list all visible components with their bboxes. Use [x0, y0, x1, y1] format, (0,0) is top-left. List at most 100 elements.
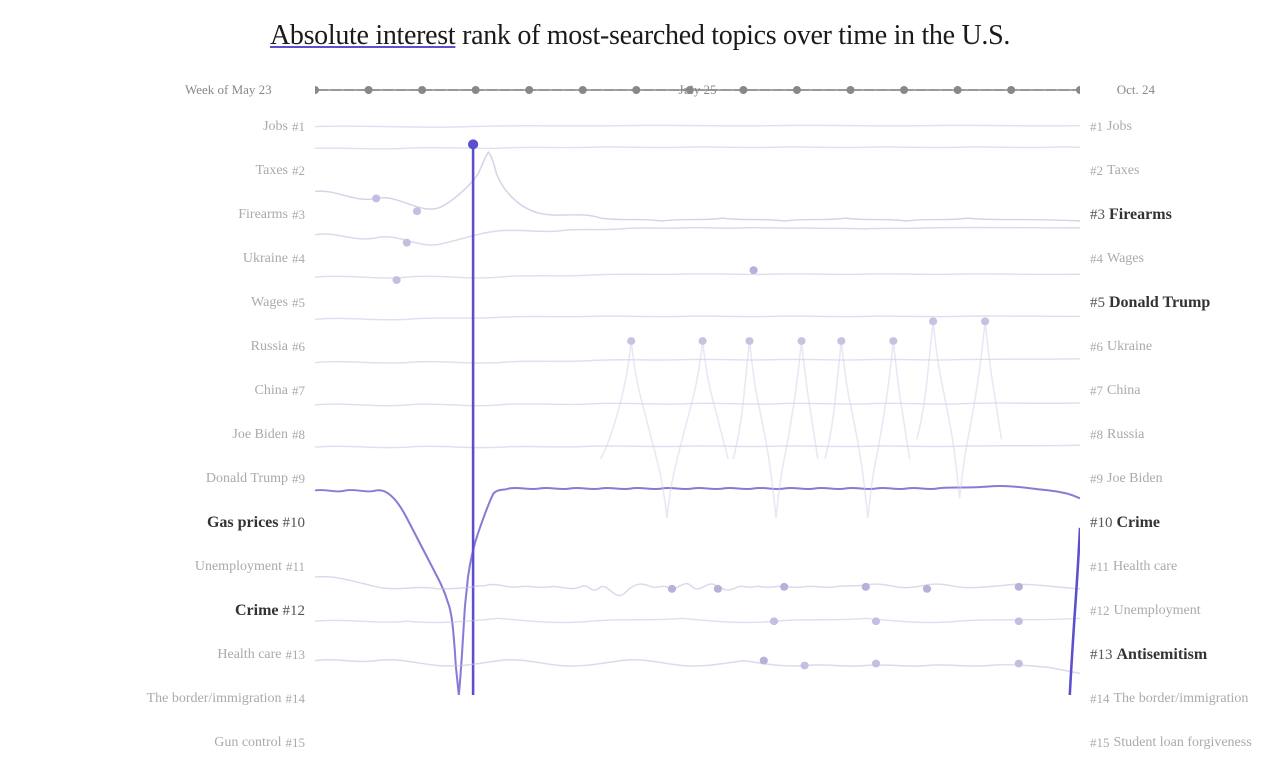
rank-label: #5 — [1090, 295, 1105, 312]
left-label-row: Gas prices#10 — [0, 501, 315, 545]
topic-name: Jobs — [263, 119, 288, 135]
timeline-start: Week of May 23 — [185, 82, 272, 98]
topic-name: Donald Trump — [1109, 294, 1210, 312]
rank-label: #8 — [292, 427, 305, 443]
left-label: Russia#6 — [0, 339, 315, 355]
main-container: Absolute interest rank of most-searched … — [0, 0, 1280, 719]
topic-name: Taxes — [256, 163, 288, 179]
topic-name: China — [255, 383, 288, 399]
rank-label: #6 — [1090, 339, 1103, 355]
right-label: #1Jobs — [1080, 119, 1280, 135]
topic-name: Russia — [251, 339, 288, 355]
topic-name: Jobs — [1107, 119, 1132, 135]
left-label-row: China#7 — [0, 369, 315, 413]
topic-name: The border/immigration — [1114, 691, 1249, 707]
right-label: #3Firearms — [1080, 206, 1280, 224]
topic-name: Russia — [1107, 427, 1144, 443]
right-label: #4Wages — [1080, 251, 1280, 267]
right-label: #6Ukraine — [1080, 339, 1280, 355]
left-label: Wages#5 — [0, 295, 315, 311]
topic-name: Gun control — [214, 735, 281, 751]
left-label: Firearms#3 — [0, 207, 315, 223]
right-label: #11Health care — [1080, 559, 1280, 575]
left-label-row: Health care#13 — [0, 633, 315, 677]
rank-label: #9 — [1090, 471, 1103, 487]
rank-label: #11 — [1090, 559, 1109, 575]
rank-label: #6 — [292, 339, 305, 355]
title-underlined: Absolute interest — [270, 20, 455, 51]
title-rest: rank of most-searched topics over time i… — [455, 20, 1010, 51]
rank-label: #15 — [286, 735, 306, 751]
left-label: China#7 — [0, 383, 315, 399]
right-label-row: #7China — [1080, 369, 1280, 413]
left-label-row: Unemployment#11 — [0, 545, 315, 589]
topic-name: Taxes — [1107, 163, 1139, 179]
topic-name: Antisemitism — [1117, 646, 1208, 664]
topic-name: Joe Biden — [232, 427, 288, 443]
right-label: #15Student loan forgiveness — [1080, 735, 1280, 751]
rank-label: #12 — [283, 603, 306, 620]
right-label-row: #5Donald Trump — [1080, 281, 1280, 325]
right-label: #12Unemployment — [1080, 603, 1280, 619]
left-label: Health care#13 — [0, 647, 315, 663]
left-label-row: Wages#5 — [0, 281, 315, 325]
left-label: Gas prices#10 — [0, 514, 315, 532]
right-label: #10Crime — [1080, 514, 1280, 532]
topic-name: Gas prices — [207, 514, 279, 532]
right-label-row: #10Crime — [1080, 501, 1280, 545]
left-label: Joe Biden#8 — [0, 427, 315, 443]
left-label: Unemployment#11 — [0, 559, 315, 575]
right-label: #7China — [1080, 383, 1280, 399]
left-label: Gun control #15 — [0, 735, 315, 751]
right-label-row: #13Antisemitism — [1080, 633, 1280, 677]
rank-label: #7 — [292, 383, 305, 399]
chart-svg — [315, 105, 1080, 695]
topic-name: China — [1107, 383, 1140, 399]
topic-name: Donald Trump — [206, 471, 288, 487]
right-label-row: #8Russia — [1080, 413, 1280, 457]
left-label: Jobs#1 — [0, 119, 315, 135]
topic-name: Ukraine — [1107, 339, 1152, 355]
topic-name: The border/immigration — [147, 691, 282, 707]
topic-name: Wages — [251, 295, 288, 311]
right-label: #9Joe Biden — [1080, 471, 1280, 487]
left-label-row: Gun control #15 — [0, 721, 315, 765]
right-label: #8Russia — [1080, 427, 1280, 443]
topic-name: Health care — [217, 647, 281, 663]
rank-label: #15 — [1090, 735, 1110, 751]
topic-name: Unemployment — [1114, 603, 1201, 619]
rank-label: #7 — [1090, 383, 1103, 399]
right-label-row: #9Joe Biden — [1080, 457, 1280, 501]
right-label-row: #14The border/immigration — [1080, 677, 1280, 721]
right-label-row: #15Student loan forgiveness — [1080, 721, 1280, 765]
rank-label: #11 — [286, 559, 305, 575]
left-label-row: Crime#12 — [0, 589, 315, 633]
rank-label: #8 — [1090, 427, 1103, 443]
rank-label: #4 — [292, 251, 305, 267]
right-label: #13Antisemitism — [1080, 646, 1280, 664]
rank-label: #14 — [1090, 691, 1110, 707]
topic-name: Joe Biden — [1107, 471, 1163, 487]
right-label: #2Taxes — [1080, 163, 1280, 179]
right-label-row: #2Taxes — [1080, 149, 1280, 193]
right-label: #5Donald Trump — [1080, 294, 1280, 312]
left-label: Ukraine#4 — [0, 251, 315, 267]
right-label: #14The border/immigration — [1080, 691, 1280, 707]
rank-label: #14 — [286, 691, 306, 707]
rank-label: #1 — [1090, 119, 1103, 135]
right-label-row: #3Firearms — [1080, 193, 1280, 237]
topic-name: Unemployment — [195, 559, 282, 575]
topic-name: Crime — [1117, 514, 1161, 532]
timeline: Week of May 23 — [315, 80, 1080, 100]
left-label: The border/immigration#14 — [0, 691, 315, 707]
rank-label: #3 — [292, 207, 305, 223]
rank-label: #10 — [1090, 515, 1113, 532]
left-label: Crime#12 — [0, 602, 315, 620]
rank-label: #5 — [292, 295, 305, 311]
timeline-mid: July 25 — [679, 82, 717, 98]
page-title: Absolute interest rank of most-searched … — [0, 20, 1280, 52]
topic-name: Wages — [1107, 251, 1144, 267]
left-label-row: The border/immigration#14 — [0, 677, 315, 721]
right-label-row: #12Unemployment — [1080, 589, 1280, 633]
left-labels: Jobs#1Taxes#2Firearms#3Ukraine#4Wages#5R… — [0, 105, 315, 765]
